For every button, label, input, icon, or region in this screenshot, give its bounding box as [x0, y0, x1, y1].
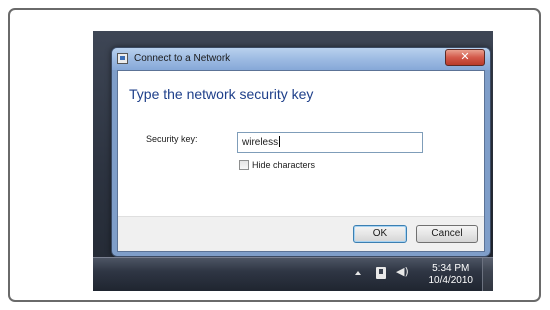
- text-caret: [279, 136, 281, 147]
- taskbar-clock[interactable]: 5:34 PM 10/4/2010: [429, 263, 474, 287]
- security-key-value: wireless: [242, 137, 279, 148]
- ok-button[interactable]: OK: [353, 225, 407, 243]
- dialog-title: Connect to a Network: [134, 53, 231, 64]
- connect-to-network-dialog: Connect to a Network ✕ Type the network …: [111, 47, 491, 257]
- show-desktop-button[interactable]: [482, 258, 493, 291]
- dialog-heading: Type the network security key: [129, 86, 314, 102]
- network-window-icon: [117, 53, 128, 64]
- show-hidden-icons-arrow-icon[interactable]: [355, 271, 361, 275]
- cancel-button[interactable]: Cancel: [416, 225, 478, 243]
- screenshot-frame: Connect to a Network ✕ Type the network …: [8, 8, 541, 302]
- dialog-button-bar: OK Cancel: [118, 216, 484, 251]
- volume-icon[interactable]: ◀): [396, 265, 409, 279]
- security-key-label: Security key:: [146, 134, 198, 144]
- security-key-input[interactable]: wireless: [237, 132, 423, 153]
- dialog-client-area: Type the network security key Security k…: [117, 70, 485, 252]
- hide-characters-checkbox[interactable]: [239, 160, 249, 170]
- network-icon[interactable]: [376, 267, 386, 279]
- clock-time: 5:34 PM: [432, 263, 470, 274]
- desktop: Connect to a Network ✕ Type the network …: [93, 31, 493, 291]
- taskbar: ◀) 5:34 PM 10/4/2010: [93, 257, 493, 291]
- hide-characters-label[interactable]: Hide characters: [252, 159, 315, 171]
- clock-date: 10/4/2010: [428, 275, 474, 286]
- close-button[interactable]: ✕: [445, 49, 485, 66]
- dialog-titlebar[interactable]: Connect to a Network ✕: [112, 48, 490, 70]
